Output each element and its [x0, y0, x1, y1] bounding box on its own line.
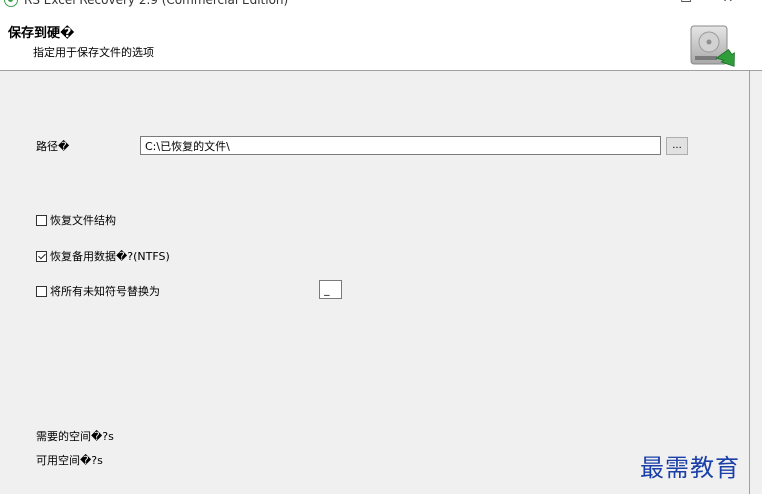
path-input[interactable]: [140, 136, 661, 155]
maximize-button[interactable]: ☐: [676, 0, 696, 7]
restore-structure-option[interactable]: 恢复文件结构: [36, 212, 116, 228]
app-icon: [4, 0, 18, 7]
replace-unknown-option[interactable]: 将所有未知符号替换为: [36, 283, 160, 299]
page-title: 保存到硬�: [8, 26, 75, 41]
replace-unknown-label: 将所有未知符号替换为: [50, 285, 160, 298]
wizard-header: 保存到硬� 指定用于保存文件的选项: [0, 8, 762, 71]
restore-structure-checkbox[interactable]: [36, 214, 47, 226]
title-bar: RS Excel Recovery 2.9 (Commercial Editio…: [0, 0, 762, 8]
replace-symbol-input[interactable]: [319, 280, 342, 299]
path-label: 路径�: [36, 140, 70, 153]
page-subtitle: 指定用于保存文件的选项: [33, 46, 154, 59]
restore-alt-data-label: 恢复备用数据�?(NTFS): [50, 250, 170, 263]
window-title: RS Excel Recovery 2.9 (Commercial Editio…: [24, 0, 289, 7]
required-space-label: 需要的空间�?s: [36, 430, 114, 443]
replace-unknown-checkbox[interactable]: [36, 285, 47, 297]
restore-alt-data-option[interactable]: 恢复备用数据�?(NTFS): [36, 248, 170, 264]
minimize-button[interactable]: —: [636, 0, 656, 7]
restore-structure-label: 恢复文件结构: [50, 214, 116, 227]
watermark-text: 最需教育: [640, 454, 740, 482]
hard-drive-save-icon: [690, 25, 735, 67]
browse-button[interactable]: ...: [666, 137, 688, 155]
close-button[interactable]: ✕: [718, 0, 738, 7]
restore-alt-data-checkbox[interactable]: [36, 250, 47, 262]
available-space-label: 可用空间�?s: [36, 454, 103, 467]
